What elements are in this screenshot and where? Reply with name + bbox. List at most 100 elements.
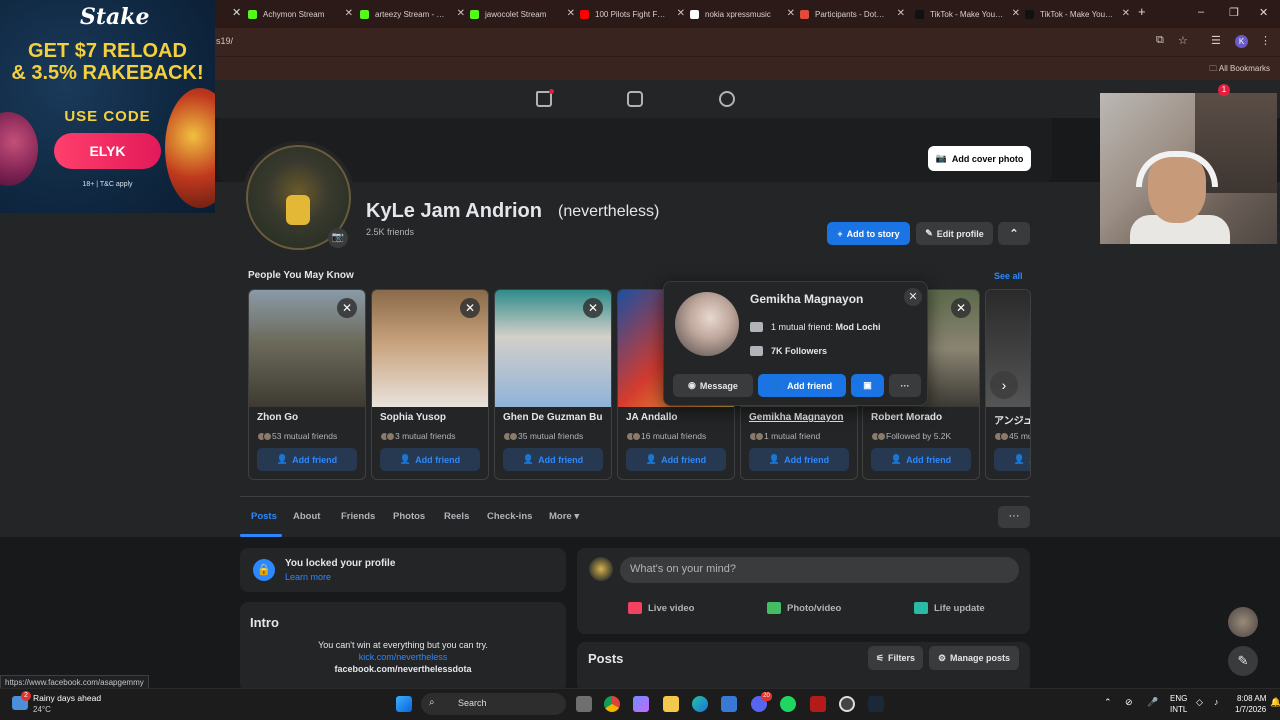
whats-on-your-mind-input[interactable]: What's on your mind?	[620, 557, 1019, 583]
taskbar-search[interactable]: Search	[421, 693, 566, 715]
dismiss-close-icon[interactable]: ✕	[951, 298, 971, 318]
tab-close-icon[interactable]: ✕	[457, 8, 465, 19]
pymk-card[interactable]: ✕ Sophia Yusop 3 mutual friends 👤 Add friend	[371, 289, 489, 480]
dismiss-close-icon[interactable]: ✕	[337, 298, 357, 318]
bell-icon[interactable]: 🔔	[1270, 697, 1280, 708]
add-friend-button[interactable]: 👤Add friend	[871, 448, 971, 471]
file-explorer-icon[interactable]	[663, 696, 679, 712]
browser-tab[interactable]: arteezy Stream - … ✕	[360, 4, 465, 24]
volume-icon[interactable]: ♪	[1214, 697, 1219, 707]
add-friend-button[interactable]: 👤Add friend	[626, 448, 726, 471]
install-icon[interactable]: ⧉	[1156, 34, 1164, 47]
tray-chevron-up-icon[interactable]: ⌃	[1104, 697, 1112, 708]
mutual-friend-name[interactable]: Mod Lochi	[836, 322, 881, 332]
tab-posts[interactable]: Posts	[251, 511, 277, 522]
edge-icon[interactable]	[692, 696, 708, 712]
browser-tab[interactable]: TikTok - Make You… ✕	[1025, 4, 1130, 24]
clock-date[interactable]: 1/7/2026	[1235, 705, 1266, 714]
marketplace-icon[interactable]	[627, 91, 643, 107]
stake-ad-overlay[interactable]: Stake GET $7 RELOAD & 3.5% RAKEBACK! USE…	[0, 0, 215, 213]
add-friend-button[interactable]: 👤Add friend	[503, 448, 603, 471]
dota-icon[interactable]	[810, 696, 826, 712]
composer-avatar[interactable]	[589, 557, 613, 581]
learn-more-link[interactable]: Learn more	[285, 572, 331, 582]
chrome-icon[interactable]	[604, 696, 620, 712]
tab-close-icon[interactable]: ✕	[1012, 8, 1020, 19]
add-friend-button[interactable]: 👤Add friend	[749, 448, 849, 471]
tab-close-icon[interactable]: ✕	[897, 8, 905, 19]
steam-icon[interactable]	[868, 696, 884, 712]
intro-link-kick[interactable]: kick.com/nevertheless	[240, 652, 566, 662]
clock-time[interactable]: 8:08 AM	[1237, 694, 1266, 703]
pymk-card-photo[interactable]: ✕	[372, 290, 488, 407]
pymk-card-name[interactable]: Robert Morado	[871, 412, 977, 423]
filters-button[interactable]: ⚟ Filters	[868, 646, 923, 670]
pymk-card-name[interactable]: アンジュ	[994, 412, 1030, 427]
tab-reels[interactable]: Reels	[444, 511, 469, 522]
url-text[interactable]: s19/	[216, 36, 233, 46]
language-eng[interactable]: ENG	[1170, 694, 1187, 703]
ad-code-button[interactable]: ELYK	[54, 133, 161, 169]
hover-card-avatar[interactable]	[675, 292, 739, 356]
intro-link-facebook[interactable]: facebook.com/neverthelessdota	[240, 664, 566, 674]
browser-tab[interactable]: Achymon Stream ✕	[248, 4, 353, 24]
tab-close-icon[interactable]: ✕	[232, 6, 241, 19]
browser-tab[interactable]: jawocolet Stream ✕	[470, 4, 575, 24]
new-message-icon[interactable]: ✎	[1228, 646, 1258, 676]
pymk-card-name[interactable]: Sophia Yusop	[380, 412, 486, 423]
add-cover-photo-button[interactable]: 📷 Add cover photo	[928, 146, 1031, 171]
dismiss-close-icon[interactable]: ✕	[460, 298, 480, 318]
contacts-avatar-stack[interactable]	[1228, 607, 1258, 637]
windows-start-icon[interactable]	[396, 696, 412, 712]
menu-kebab-icon[interactable]: ⋮	[1260, 34, 1271, 47]
browser-tab[interactable]: nokia xpressmusic ✕	[690, 4, 795, 24]
pymk-card[interactable]: ✕ Ghen De Guzman Bu 35 mutual friends 👤 Add …	[494, 289, 612, 480]
media-icon[interactable]: ☰	[1211, 34, 1221, 47]
notification-badge[interactable]: 1	[1218, 84, 1230, 96]
profile-more-options-icon[interactable]: ···	[998, 506, 1030, 528]
microphone-icon[interactable]: 🎤	[1147, 697, 1158, 708]
tab-close-icon[interactable]: ✕	[1122, 8, 1130, 19]
add-friend-button[interactable]: 👤Add friend	[380, 448, 480, 471]
add-friend-button[interactable]: 👤Add friend	[257, 448, 357, 471]
pymk-card-photo[interactable]: ✕	[249, 290, 365, 407]
live-video-button[interactable]: Live video	[628, 602, 694, 614]
manage-posts-button[interactable]: ⚙ Manage posts	[929, 646, 1019, 670]
browser-tab[interactable]: Participants - Dot… ✕	[800, 4, 905, 24]
hover-add-friend-button[interactable]: 👤 Add friend	[758, 374, 846, 397]
avatar-camera-icon[interactable]: 📷	[328, 228, 348, 248]
tab-close-icon[interactable]: ✕	[567, 8, 575, 19]
pymk-card-name[interactable]: Ghen De Guzman Bu	[503, 412, 609, 423]
follow-icon[interactable]: ▣	[851, 374, 884, 397]
tab-close-icon[interactable]: ✕	[677, 8, 685, 19]
edit-profile-button[interactable]: ✎ Edit profile	[916, 222, 993, 245]
tab-about[interactable]: About	[293, 511, 320, 522]
more-dots-icon[interactable]: ···	[889, 374, 921, 397]
tab-more[interactable]: More ▾	[549, 511, 579, 522]
tab-checkins[interactable]: Check-ins	[487, 511, 532, 522]
window-close-icon[interactable]: ✕	[1259, 6, 1268, 19]
life-update-button[interactable]: Life update	[914, 602, 985, 614]
store-icon[interactable]	[721, 696, 737, 712]
hover-card-close-icon[interactable]: ✕	[904, 288, 922, 306]
groups-icon[interactable]	[719, 91, 735, 107]
browser-tab[interactable]: TikTok - Make You… ✕	[915, 4, 1020, 24]
photo-video-button[interactable]: Photo/video	[767, 602, 841, 614]
bookmark-star-icon[interactable]: ☆	[1178, 34, 1188, 47]
restore-icon[interactable]: ❐	[1229, 6, 1239, 19]
carousel-next-chevron-icon[interactable]: ›	[990, 371, 1018, 399]
dismiss-close-icon[interactable]: ✕	[583, 298, 603, 318]
add-to-story-button[interactable]: + Add to story	[827, 222, 910, 245]
pymk-card-name[interactable]: Zhon Go	[257, 412, 363, 423]
browser-profile-avatar[interactable]: K	[1235, 35, 1248, 48]
tab-close-icon[interactable]: ✕	[787, 8, 795, 19]
friends-count[interactable]: 2.5K friends	[366, 227, 414, 237]
pymk-card[interactable]: ✕ Zhon Go 53 mutual friends 👤 Add friend	[248, 289, 366, 480]
all-bookmarks[interactable]: 🗀 All Bookmarks	[1209, 63, 1270, 77]
new-tab-button[interactable]: +	[1138, 4, 1146, 19]
tab-friends[interactable]: Friends	[341, 511, 375, 522]
hover-card-name[interactable]: Gemikha Magnayon	[750, 292, 863, 306]
add-friend-button[interactable]: 👤Add friend	[994, 448, 1030, 471]
pymk-card-photo[interactable]: ✕	[495, 290, 611, 407]
network-off-icon[interactable]: ⊘	[1125, 697, 1133, 708]
